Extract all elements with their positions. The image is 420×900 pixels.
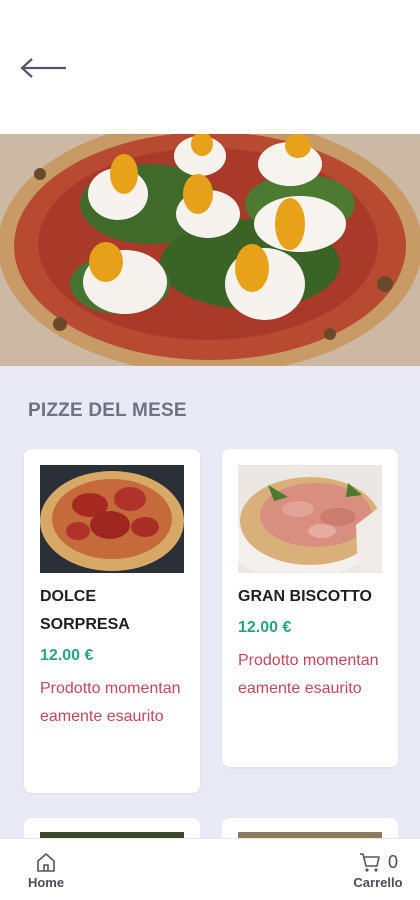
product-status: Prodotto momentaneamente esaurito [40, 680, 181, 725]
home-icon [37, 853, 55, 872]
product-price: 12.00 € [40, 647, 94, 664]
pizza-gran-biscotto-photo [238, 465, 382, 573]
product-status: Prodotto momentaneamente esaurito [238, 652, 379, 697]
product-name: DOLCE SORPRESA [40, 588, 130, 633]
nav-cart[interactable]: 0 Carrello [348, 851, 408, 897]
section-title: PIZZE DEL MESE [28, 400, 187, 421]
product-card[interactable] [222, 818, 398, 842]
product-card[interactable] [24, 818, 200, 842]
product-name: GRAN BISCOTTO [238, 588, 372, 605]
product-image [238, 465, 382, 573]
cart-icon [359, 853, 380, 872]
nav-home-label: Home [27, 875, 65, 890]
bottom-nav: Home 0 Carrello [0, 838, 420, 900]
nav-cart-label: Carrello [353, 875, 403, 890]
product-image [40, 465, 184, 573]
product-card[interactable]: DOLCE SORPRESA 12.00 € Prodotto momentan… [24, 449, 200, 793]
product-price: 12.00 € [238, 619, 292, 636]
cart-count: 0 [387, 851, 398, 872]
product-card[interactable]: GRAN BISCOTTO 12.00 € Prodotto momentane… [222, 449, 398, 767]
top-bar [0, 0, 420, 134]
back-button[interactable] [18, 52, 74, 84]
arrow-left-icon [20, 58, 66, 78]
hero-image [0, 134, 420, 366]
pizza-dolce-sorpresa-photo [40, 465, 184, 573]
pizza-burrata-rucola-photo [0, 134, 420, 366]
nav-home[interactable]: Home [20, 851, 72, 897]
